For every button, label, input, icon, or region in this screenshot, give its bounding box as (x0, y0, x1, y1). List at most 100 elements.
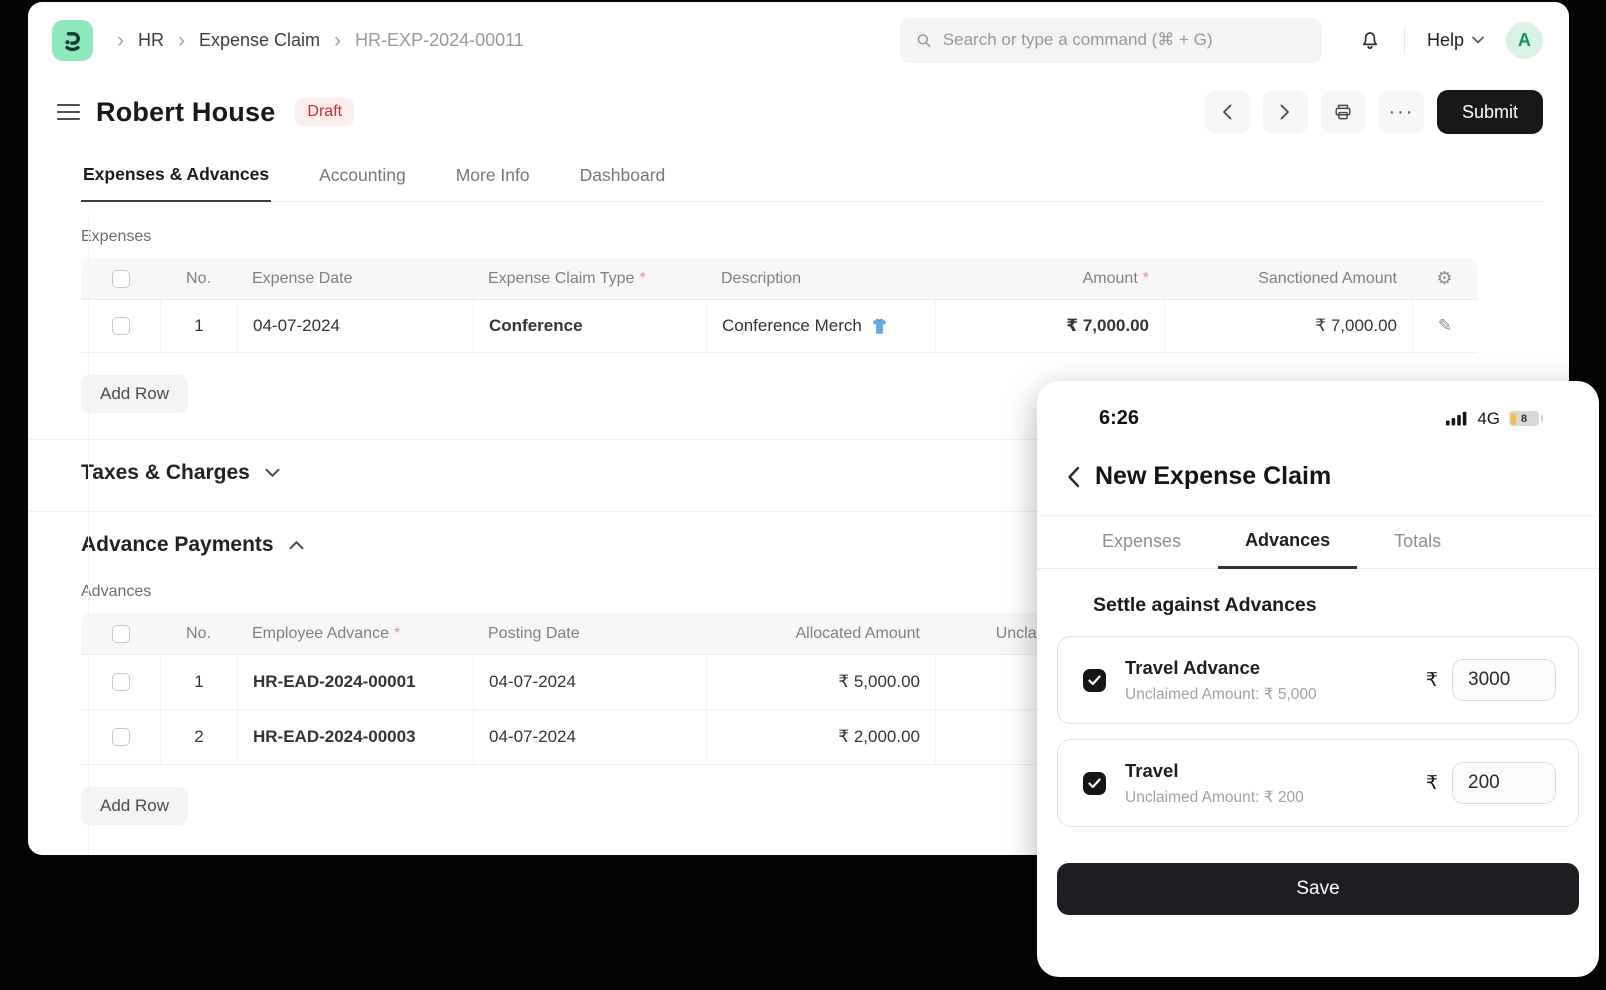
advance-settle-card: Travel Unclaimed Amount: ₹ 200 ₹ (1057, 739, 1579, 827)
advance-checkbox-checked[interactable] (1083, 669, 1106, 692)
edit-row-pencil-icon[interactable]: ✎ (1438, 316, 1452, 336)
select-all-checkbox[interactable] (112, 270, 130, 288)
row-checkbox[interactable] (112, 728, 130, 746)
col-sanctioned-amount: Sanctioned Amount (1164, 258, 1412, 299)
employee-advance-cell[interactable]: HR-EAD-2024-00001 (237, 655, 473, 710)
rupee-symbol: ₹ (1426, 669, 1438, 692)
global-search[interactable] (900, 18, 1322, 63)
tab-expenses-and-advances[interactable]: Expenses & Advances (81, 154, 271, 202)
chevron-right-icon: › (117, 30, 124, 51)
network-type-label: 4G (1477, 409, 1500, 429)
sidebar-toggle-button[interactable] (57, 104, 80, 120)
next-document-button[interactable] (1263, 90, 1308, 134)
advance-unclaimed-subtext: Unclaimed Amount: ₹ 5,000 (1125, 685, 1317, 704)
breadcrumb: › HR › Expense Claim › HR-EXP-2024-00011 (117, 30, 524, 51)
select-all-checkbox[interactable] (112, 625, 130, 643)
phone-tab-advances[interactable]: Advances (1218, 516, 1357, 569)
row-no: 1 (160, 655, 237, 710)
description-cell[interactable]: Conference Merch (706, 300, 935, 353)
col-no: No. (160, 258, 237, 299)
top-navbar: › HR › Expense Claim › HR-EXP-2024-00011 (28, 2, 1569, 78)
expenses-add-row-button[interactable]: Add Row (81, 375, 188, 413)
col-amount: Amount* (935, 258, 1164, 299)
required-mark: * (394, 625, 400, 643)
check-icon (1088, 778, 1101, 789)
breadcrumb-item-hr[interactable]: HR (138, 30, 164, 51)
search-icon (916, 32, 932, 49)
advance-payments-heading: Advance Payments (81, 533, 274, 557)
status-badge: Draft (295, 98, 354, 126)
settle-against-advances-heading: Settle against Advances (1093, 594, 1599, 617)
tshirt-icon (870, 317, 889, 336)
document-actions: ··· Submit (1205, 90, 1543, 134)
row-checkbox[interactable] (112, 317, 130, 335)
phone-tab-expenses[interactable]: Expenses (1075, 516, 1208, 568)
tab-more-info[interactable]: More Info (454, 154, 532, 201)
print-button[interactable] (1321, 90, 1366, 134)
battery-cap (1541, 415, 1544, 422)
taxes-and-charges-heading: Taxes & Charges (81, 461, 250, 485)
bell-icon (1358, 28, 1382, 52)
form-left-rule (88, 215, 89, 855)
avatar-initial: A (1518, 30, 1531, 51)
allocated-amount-input[interactable] (1452, 659, 1556, 701)
chevron-up-icon (289, 540, 304, 550)
allocated-amount-input[interactable] (1452, 762, 1556, 804)
allocated-amount-cell[interactable]: ₹ 2,000.00 (706, 710, 935, 765)
employee-advance-cell[interactable]: HR-EAD-2024-00003 (237, 710, 473, 765)
phone-tab-totals[interactable]: Totals (1367, 516, 1468, 568)
prev-document-button[interactable] (1205, 90, 1250, 134)
help-menu-button[interactable]: Help (1427, 30, 1484, 51)
chevron-right-icon: › (178, 30, 185, 51)
back-button[interactable] (1067, 466, 1080, 488)
more-actions-button[interactable]: ··· (1379, 90, 1424, 134)
row-checkbox[interactable] (112, 673, 130, 691)
phone-page-header: New Expense Claim (1067, 462, 1599, 491)
expenses-table: No. Expense Date Expense Claim Type* Des… (81, 258, 1477, 353)
search-input[interactable] (943, 30, 1306, 50)
expenses-table-header: No. Expense Date Expense Claim Type* Des… (81, 258, 1477, 300)
phone-tabs: Expenses Advances Totals (1037, 515, 1599, 569)
screenshot-stage: › HR › Expense Claim › HR-EXP-2024-00011 (0, 0, 1606, 990)
chevron-left-icon (1222, 104, 1232, 120)
logo-glyph-icon (59, 27, 86, 54)
allocated-amount-cell[interactable]: ₹ 5,000.00 (706, 655, 935, 710)
status-time: 6:26 (1099, 407, 1139, 430)
rupee-symbol: ₹ (1426, 772, 1438, 795)
notifications-bell-button[interactable] (1358, 28, 1382, 52)
advance-checkbox-checked[interactable] (1083, 772, 1106, 795)
phone-page-title: New Expense Claim (1095, 462, 1331, 491)
submit-button[interactable]: Submit (1437, 90, 1543, 134)
advance-settle-card: Travel Advance Unclaimed Amount: ₹ 5,000… (1057, 636, 1579, 724)
posting-date-cell[interactable]: 04-07-2024 (473, 655, 706, 710)
advances-add-row-button[interactable]: Add Row (81, 787, 188, 825)
col-expense-claim-type: Expense Claim Type* (473, 258, 706, 299)
advance-name: Travel (1125, 760, 1304, 782)
posting-date-cell[interactable]: 04-07-2024 (473, 710, 706, 765)
required-mark: * (1143, 270, 1149, 288)
expense-claim-type-cell[interactable]: Conference (473, 300, 706, 353)
breadcrumb-item-expense-claim[interactable]: Expense Claim (199, 30, 320, 51)
user-avatar[interactable]: A (1506, 22, 1543, 59)
chevron-right-icon (1280, 104, 1290, 120)
navbar-right-cluster: Help A (1358, 22, 1543, 59)
save-button[interactable]: Save (1057, 863, 1579, 915)
tab-accounting[interactable]: Accounting (317, 154, 408, 201)
row-no: 1 (160, 300, 237, 353)
col-no: No. (160, 613, 237, 654)
battery-percent: 8 (1509, 411, 1539, 426)
phone-status-bar: 6:26 4G 8 (1037, 381, 1599, 430)
col-expense-date: Expense Date (237, 258, 473, 299)
sanctioned-amount-cell[interactable]: ₹ 7,000.00 (1164, 300, 1412, 353)
amount-cell[interactable]: ₹ 7,000.00 (935, 300, 1164, 353)
chevron-down-icon (1472, 36, 1484, 44)
table-settings-gear-icon[interactable]: ⚙ (1436, 268, 1452, 289)
tab-dashboard[interactable]: Dashboard (578, 154, 668, 201)
expense-date-cell[interactable]: 04-07-2024 (237, 300, 473, 353)
navbar-divider (1404, 27, 1405, 54)
breadcrumb-item-current-doc: HR-EXP-2024-00011 (355, 30, 524, 51)
col-description: Description (706, 258, 935, 299)
signal-bars-icon (1446, 411, 1468, 426)
printer-icon (1332, 101, 1354, 123)
frappe-hr-logo-icon[interactable] (52, 20, 93, 61)
